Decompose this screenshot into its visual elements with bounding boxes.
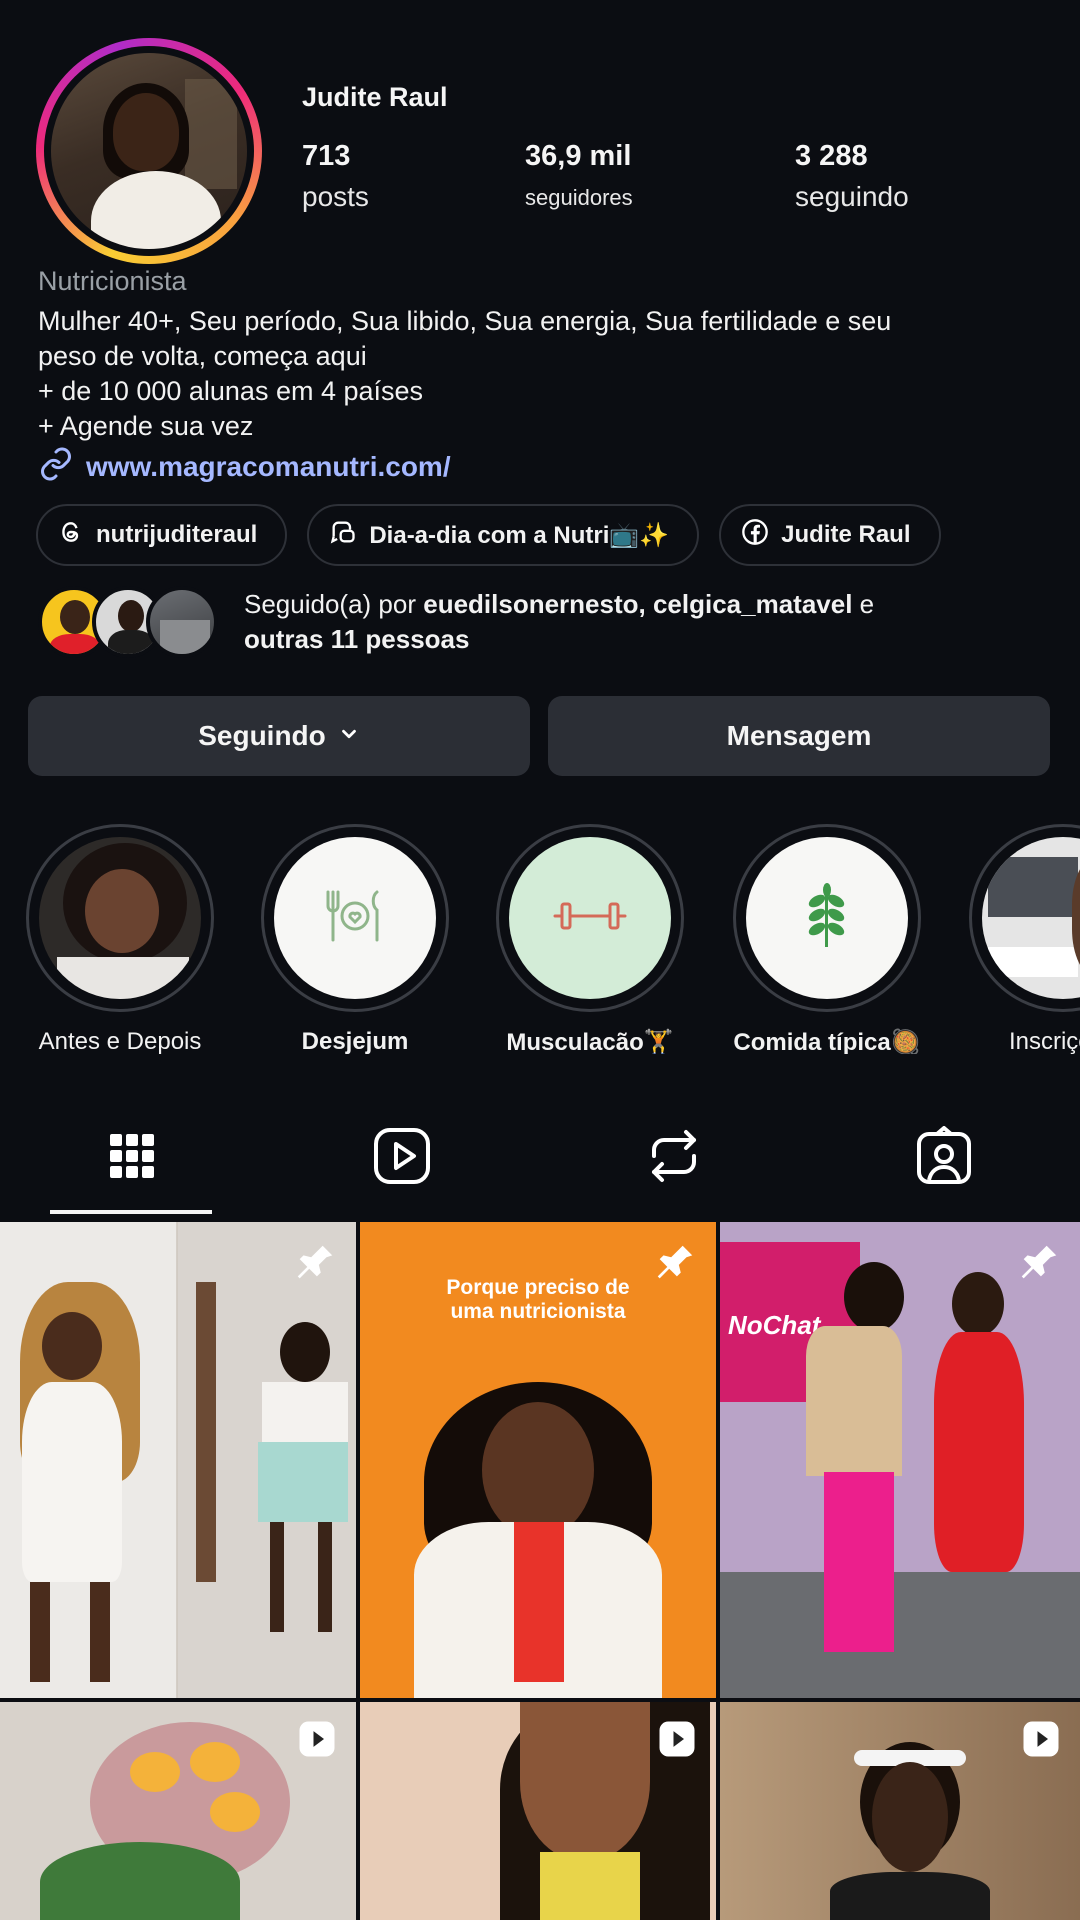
stat-following-label: seguindo [795,181,909,212]
stat-followers-label: seguidores [525,185,633,210]
stat-posts-value: 713 [302,140,351,172]
chip-threads[interactable]: nutrijuditeraul [36,504,288,566]
stat-followers-value: 36,9 mil [525,140,632,172]
highlight-label: Desjejum [301,1028,409,1054]
reels-play-icon [372,1126,432,1191]
message-button[interactable]: Mensagem [548,696,1050,776]
chip-facebook[interactable]: Judite Raul [719,504,941,566]
follower-avatar [146,586,218,658]
facebook-icon [741,518,769,553]
chip-label: nutrijuditeraul [96,521,258,548]
stat-posts-label: posts [302,181,369,212]
pin-icon [292,1240,338,1291]
highlight-desjejum[interactable]: Desjejum [260,824,450,1054]
reel-icon [296,1718,338,1765]
following-button-label: Seguindo [198,720,326,751]
post-tile[interactable] [0,1702,356,1920]
grid-icon [108,1132,156,1185]
profile-name: Judite Raul [302,82,448,112]
tab-posts-grid[interactable] [82,1118,182,1198]
channel-icon [329,518,357,553]
dumbbell-icon [552,896,628,941]
following-button[interactable]: Seguindo [28,696,530,776]
tagged-person-icon [915,1125,973,1191]
highlight-cover [274,837,436,999]
highlight-cover [509,837,671,999]
profile-bio: Mulher 40+, Seu período, Sua libido, Sua… [38,306,892,441]
stat-following-value: 3 288 [795,140,868,172]
highlight-inscricoes[interactable]: Inscrições [968,824,1080,1054]
pin-icon [1016,1240,1062,1291]
stat-following[interactable]: 3 288 seguindo [795,140,909,213]
highlight-label: Comida típica🥘 [733,1029,921,1054]
profile-category: Nutricionista [38,266,187,296]
pin-icon [652,1240,698,1291]
tab-tagged[interactable] [894,1118,994,1198]
post-brand-text: NoChat [728,1310,821,1340]
post-tile[interactable] [360,1702,716,1920]
tab-reels[interactable] [352,1118,452,1198]
profile-link[interactable]: www.magracomanutri.com/ [38,446,451,487]
message-button-label: Mensagem [726,720,872,751]
reel-icon [1020,1718,1062,1765]
chip-channel[interactable]: Dia-a-dia com a Nutri📺✨ [307,504,700,566]
chip-label: Judite Raul [781,521,911,548]
highlight-musculacao[interactable]: Musculacão🏋️ [495,824,685,1054]
highlight-label: Musculacão🏋️ [506,1029,674,1054]
reel-icon [656,1718,698,1765]
active-tab-indicator [50,1210,212,1214]
post-tile[interactable]: Porque preciso de uma nutricionista [360,1222,716,1698]
highlight-comida-tipica[interactable]: Comida típica🥘 [732,824,922,1054]
highlight-cover [39,837,201,999]
followed-by-text: Seguido(a) por euedilsonernesto, celgica… [244,589,875,654]
followed-by[interactable]: Seguido(a) por euedilsonernesto, celgica… [38,586,874,658]
highlight-cover [746,837,908,999]
tab-reposts[interactable] [624,1118,724,1198]
stat-followers[interactable]: 36,9 mil seguidores [525,140,633,211]
plate-cutlery-icon [323,884,387,953]
profile-avatar[interactable] [36,38,262,264]
chevron-down-icon [338,720,360,752]
highlight-label: Antes e Depois [38,1028,202,1054]
highlight-antes-e-depois[interactable]: Antes e Depois [25,824,215,1054]
link-icon [38,446,74,487]
leaf-icon [802,882,852,954]
stat-posts[interactable]: 713 posts [302,140,369,213]
threads-icon [58,519,84,552]
post-tile[interactable] [0,1222,356,1698]
highlight-cover [982,837,1080,999]
post-tile[interactable] [720,1702,1080,1920]
profile-link-text: www.magracomanutri.com/ [86,450,451,482]
chip-label: Dia-a-dia com a Nutri📺✨ [369,521,670,549]
post-tile[interactable]: NoChat [720,1222,1080,1698]
repost-icon [646,1126,702,1191]
highlight-label: Inscrições [1008,1028,1080,1054]
